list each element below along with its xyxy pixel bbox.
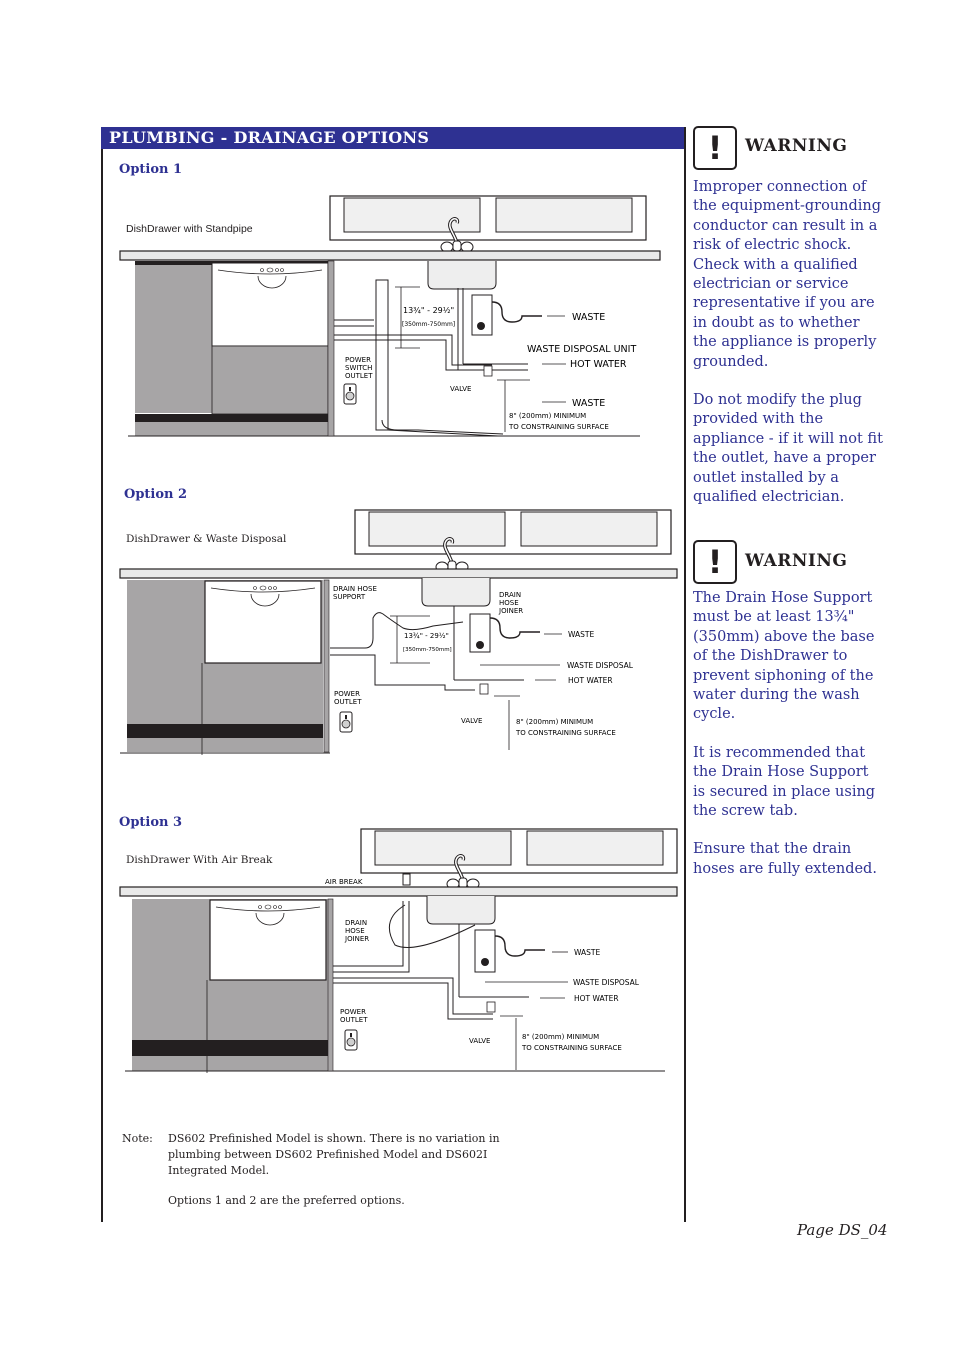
- upper-cabinet: [360, 828, 678, 874]
- diagram-label: DRAIN HOSE: [333, 585, 377, 593]
- note-label: Note:: [122, 1132, 153, 1145]
- diagram-label: WASTE: [572, 312, 605, 323]
- warning-1-text: Improper connection of the equipment-gro…: [693, 178, 883, 527]
- dishdrawer: [209, 899, 327, 981]
- diagram-label: HOT WATER: [574, 994, 619, 1003]
- diagram-label: POWER: [334, 690, 360, 698]
- diagram-label: DRAIN: [345, 919, 367, 927]
- page-number: Page DS_04: [797, 1221, 888, 1239]
- exclamation-icon: !: [693, 540, 737, 584]
- diagram-label: VALVE: [450, 385, 471, 393]
- diagram-label: HOT WATER: [570, 359, 627, 370]
- diagram-label: 8" (200mm) MINIMUM: [522, 1033, 599, 1041]
- countertop: [119, 250, 661, 261]
- diagram-label: [350mm-750mm]: [402, 321, 455, 328]
- countertop: [119, 886, 678, 897]
- diagram-label: WASTE DISPOSAL: [573, 978, 640, 987]
- diagram-label: HOT WATER: [568, 676, 613, 685]
- diagram-label: WASTE: [572, 398, 605, 409]
- diagram-label: WASTE DISPOSAL UNIT: [527, 344, 636, 355]
- diagram-label: VALVE: [461, 717, 482, 725]
- diagram-label: 8" (200mm) MINIMUM: [509, 412, 586, 420]
- cabinet-door: [135, 263, 212, 413]
- upper-cabinet: [354, 509, 672, 555]
- power-outlet-icon: [343, 383, 357, 405]
- diagram-label: SWITCH: [345, 364, 372, 372]
- diagram-label: TO CONSTRAINING SURFACE: [515, 729, 616, 737]
- diagram-label: DRAIN: [499, 591, 521, 599]
- diagram-label: TO CONSTRAINING SURFACE: [508, 423, 609, 431]
- diagram-label: OUTLET: [340, 1016, 368, 1024]
- warning-2-text: The Drain Hose Support must be at least …: [693, 589, 883, 898]
- diagram-label: TO CONSTRAINING SURFACE: [521, 1044, 622, 1052]
- countertop: [119, 568, 678, 579]
- diagram-label: 8" (200mm) MINIMUM: [516, 718, 593, 726]
- dimension-label: 13¾" - 29½": [403, 306, 454, 315]
- warning-2-paragraph: It is recommended that the Drain Hose Su…: [693, 744, 876, 820]
- diagram-label: HOSE: [499, 599, 519, 607]
- note-paragraph: Options 1 and 2 are the preferred option…: [168, 1194, 405, 1207]
- diagram-label: POWER: [340, 1008, 366, 1016]
- diagram-label: HOSE: [345, 927, 365, 935]
- warning-2-paragraph: The Drain Hose Support must be at least …: [693, 590, 875, 723]
- diagram-label: VALVE: [469, 1037, 490, 1045]
- diagram-label: JOINER: [498, 607, 523, 615]
- diagram-label: WASTE: [574, 948, 600, 957]
- diagram-label: SUPPORT: [333, 593, 366, 601]
- diagram-label: OUTLET: [345, 372, 373, 380]
- diagram-label: WASTE: [568, 630, 594, 639]
- option-3-caption: DishDrawer With Air Break: [126, 854, 273, 866]
- option-2-label: Option 2: [124, 487, 188, 502]
- warning-2-title: WARNING: [745, 551, 848, 571]
- warning-2-paragraph: Ensure that the drain hoses are fully ex…: [693, 841, 877, 877]
- upper-cabinet: [329, 195, 647, 241]
- warning-1-title: WARNING: [745, 136, 848, 156]
- option-1-diagram: 13¾" - 29½" [350mm-750mm] WASTE WASTE DI…: [119, 195, 661, 437]
- warning-1-paragraph: Do not modify the plug provided with the…: [693, 392, 883, 506]
- diagram-label: JOINER: [344, 935, 369, 943]
- warning-1-paragraph: Improper connection of the equipment-gro…: [693, 179, 882, 370]
- air-break-icon: [402, 873, 411, 886]
- diagram-label: 13¾" - 29½": [404, 632, 449, 640]
- option-3-label: Option 3: [119, 815, 183, 830]
- note-paragraph: DS602 Prefinished Model is shown. There …: [168, 1132, 500, 1177]
- diagram-label: OUTLET: [334, 698, 362, 706]
- exclamation-icon: !: [693, 126, 737, 170]
- power-outlet-icon: [344, 1029, 358, 1051]
- option-2-caption: DishDrawer & Waste Disposal: [126, 533, 287, 545]
- dishdrawer: [211, 262, 329, 347]
- diagram-label: POWER: [345, 356, 371, 364]
- dishdrawer: [204, 580, 322, 664]
- diagram-label: [350mm-750mm]: [403, 647, 452, 653]
- power-outlet-icon: [339, 711, 353, 733]
- diagram-label: WASTE DISPOSAL: [567, 661, 634, 670]
- option-2-diagram: DRAIN HOSE SUPPORT DRAIN HOSE JOINER 13¾…: [119, 509, 678, 755]
- diagram-label: AIR BREAK: [325, 878, 363, 886]
